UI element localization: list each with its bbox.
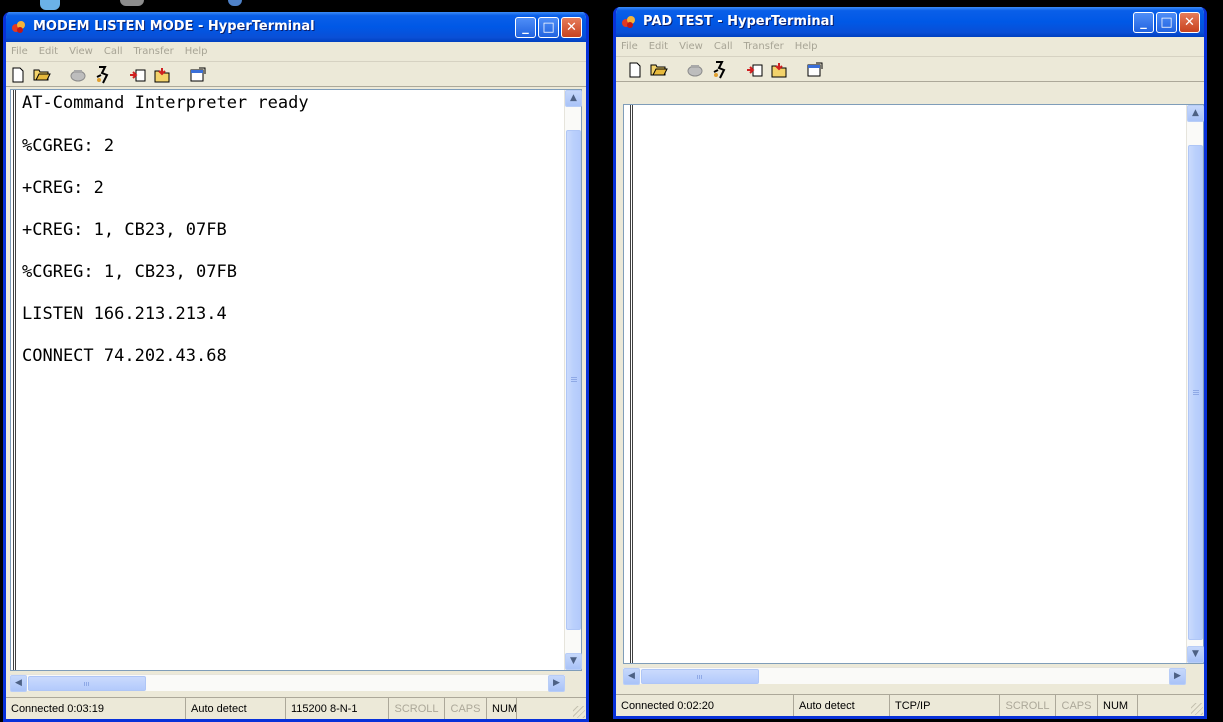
vertical-scrollbar[interactable]: ▲ ▼ [564,90,582,670]
desktop-icon-fragment [228,0,242,6]
menu-view[interactable]: View [69,46,93,57]
menu-edit[interactable]: Edit [649,41,668,52]
properties-icon[interactable] [806,61,824,79]
new-icon[interactable] [9,66,27,84]
vertical-scroll-thumb[interactable] [566,130,581,630]
terminal-line: +CREG: 1, CB23, 07FB [22,220,227,240]
menu-call[interactable]: Call [104,46,123,57]
menu-view[interactable]: View [679,41,703,52]
terminal-line: AT-Command Interpreter ready [22,93,309,113]
hyperterminal-icon [622,16,635,28]
menu-help[interactable]: Help [185,46,208,57]
scroll-right-button[interactable]: ▶ [548,675,565,692]
terminal-line: LISTEN 166.213.213.4 [22,304,227,324]
disconnect-icon[interactable] [710,60,728,79]
status-bar: Connected 0:03:19 Auto detect 115200 8-N… [6,697,586,719]
desktop-icon-fragment [120,0,144,6]
receive-icon[interactable] [153,66,171,84]
close-button[interactable]: ✕ [1179,12,1200,33]
title-bar[interactable]: MODEM LISTEN MODE - HyperTerminal _ □ ✕ [6,12,586,42]
desktop-icon-fragment [40,0,60,10]
scroll-up-button[interactable]: ▲ [1187,105,1204,122]
port-settings: TCP/IP [890,695,1000,716]
vertical-scroll-thumb[interactable] [1188,145,1203,640]
send-icon[interactable] [746,61,764,79]
receive-icon[interactable] [770,61,788,79]
toolbar [616,58,1204,82]
thumb-grip [570,377,577,383]
open-icon[interactable] [650,61,668,79]
minimize-button[interactable]: _ [515,17,536,38]
terminal-line: %CGREG: 2 [22,136,115,156]
caps-lock-indicator: CAPS [1056,695,1098,716]
window-title: PAD TEST - HyperTerminal [643,14,834,29]
menu-file[interactable]: File [621,41,638,52]
scroll-down-button[interactable]: ▼ [565,653,582,670]
thumb-grip [697,674,703,679]
menu-edit[interactable]: Edit [39,46,58,57]
open-icon[interactable] [33,66,51,84]
emulation-status: Auto detect [186,698,286,719]
num-lock-indicator: NUM [1098,695,1138,716]
menu-help[interactable]: Help [795,41,818,52]
hyperterminal-window-pad-test: PAD TEST - HyperTerminal _ □ ✕ File Edit… [613,7,1207,719]
call-icon[interactable] [686,61,704,79]
menu-bar: File Edit View Call Transfer Help [6,42,586,62]
horizontal-scrollbar[interactable]: ◀ ▶ [10,674,565,692]
num-lock-indicator: NUM [487,698,517,719]
port-settings: 115200 8-N-1 [286,698,389,719]
hyperterminal-window-modem: MODEM LISTEN MODE - HyperTerminal _ □ ✕ … [3,12,589,722]
hyperterminal-icon [12,21,25,33]
maximize-button[interactable]: □ [538,17,559,38]
menu-call[interactable]: Call [714,41,733,52]
scroll-right-button[interactable]: ▶ [1169,668,1186,685]
thumb-grip [84,681,90,686]
scroll-down-button[interactable]: ▼ [1187,646,1204,663]
title-bar[interactable]: PAD TEST - HyperTerminal _ □ ✕ [616,7,1204,37]
terminal-line: +CREG: 2 [22,178,104,198]
menu-transfer[interactable]: Transfer [744,41,784,52]
thumb-grip [1192,389,1199,396]
menu-bar: File Edit View Call Transfer Help [616,37,1204,57]
connection-time: Connected 0:03:19 [6,698,186,719]
close-button[interactable]: ✕ [561,17,582,38]
scroll-left-button[interactable]: ◀ [623,668,640,685]
menu-transfer[interactable]: Transfer [134,46,174,57]
vertical-scrollbar[interactable]: ▲ ▼ [1186,105,1204,663]
terminal-area[interactable]: AT-Command Interpreter ready %CGREG: 2 +… [10,89,582,671]
terminal-line: %CGREG: 1, CB23, 07FB [22,262,237,282]
horizontal-scrollbar[interactable]: ◀ ▶ [623,667,1186,685]
horizontal-scroll-thumb[interactable] [28,676,146,691]
terminal-area[interactable]: ▲ ▼ [623,104,1204,664]
terminal-line: CONNECT 74.202.43.68 [22,346,227,366]
window-title: MODEM LISTEN MODE - HyperTerminal [33,19,315,34]
terminal-text-area[interactable] [630,105,1185,663]
menu-file[interactable]: File [11,46,28,57]
call-icon[interactable] [69,66,87,84]
minimize-button[interactable]: _ [1133,12,1154,33]
caps-lock-indicator: CAPS [445,698,487,719]
new-icon[interactable] [626,61,644,79]
send-icon[interactable] [129,66,147,84]
status-bar: Connected 0:02:20 Auto detect TCP/IP SCR… [616,694,1204,716]
horizontal-scroll-thumb[interactable] [641,669,759,684]
scroll-lock-indicator: SCROLL [1000,695,1056,716]
disconnect-icon[interactable] [93,65,111,84]
scroll-left-button[interactable]: ◀ [10,675,27,692]
maximize-button[interactable]: □ [1156,12,1177,33]
properties-icon[interactable] [189,66,207,84]
scroll-up-button[interactable]: ▲ [565,90,582,107]
resize-grip[interactable] [573,706,585,718]
emulation-status: Auto detect [794,695,890,716]
terminal-text-area[interactable]: AT-Command Interpreter ready %CGREG: 2 +… [13,90,563,670]
toolbar [6,63,586,87]
connection-time: Connected 0:02:20 [616,695,794,716]
scroll-lock-indicator: SCROLL [389,698,445,719]
resize-grip[interactable] [1191,703,1203,715]
